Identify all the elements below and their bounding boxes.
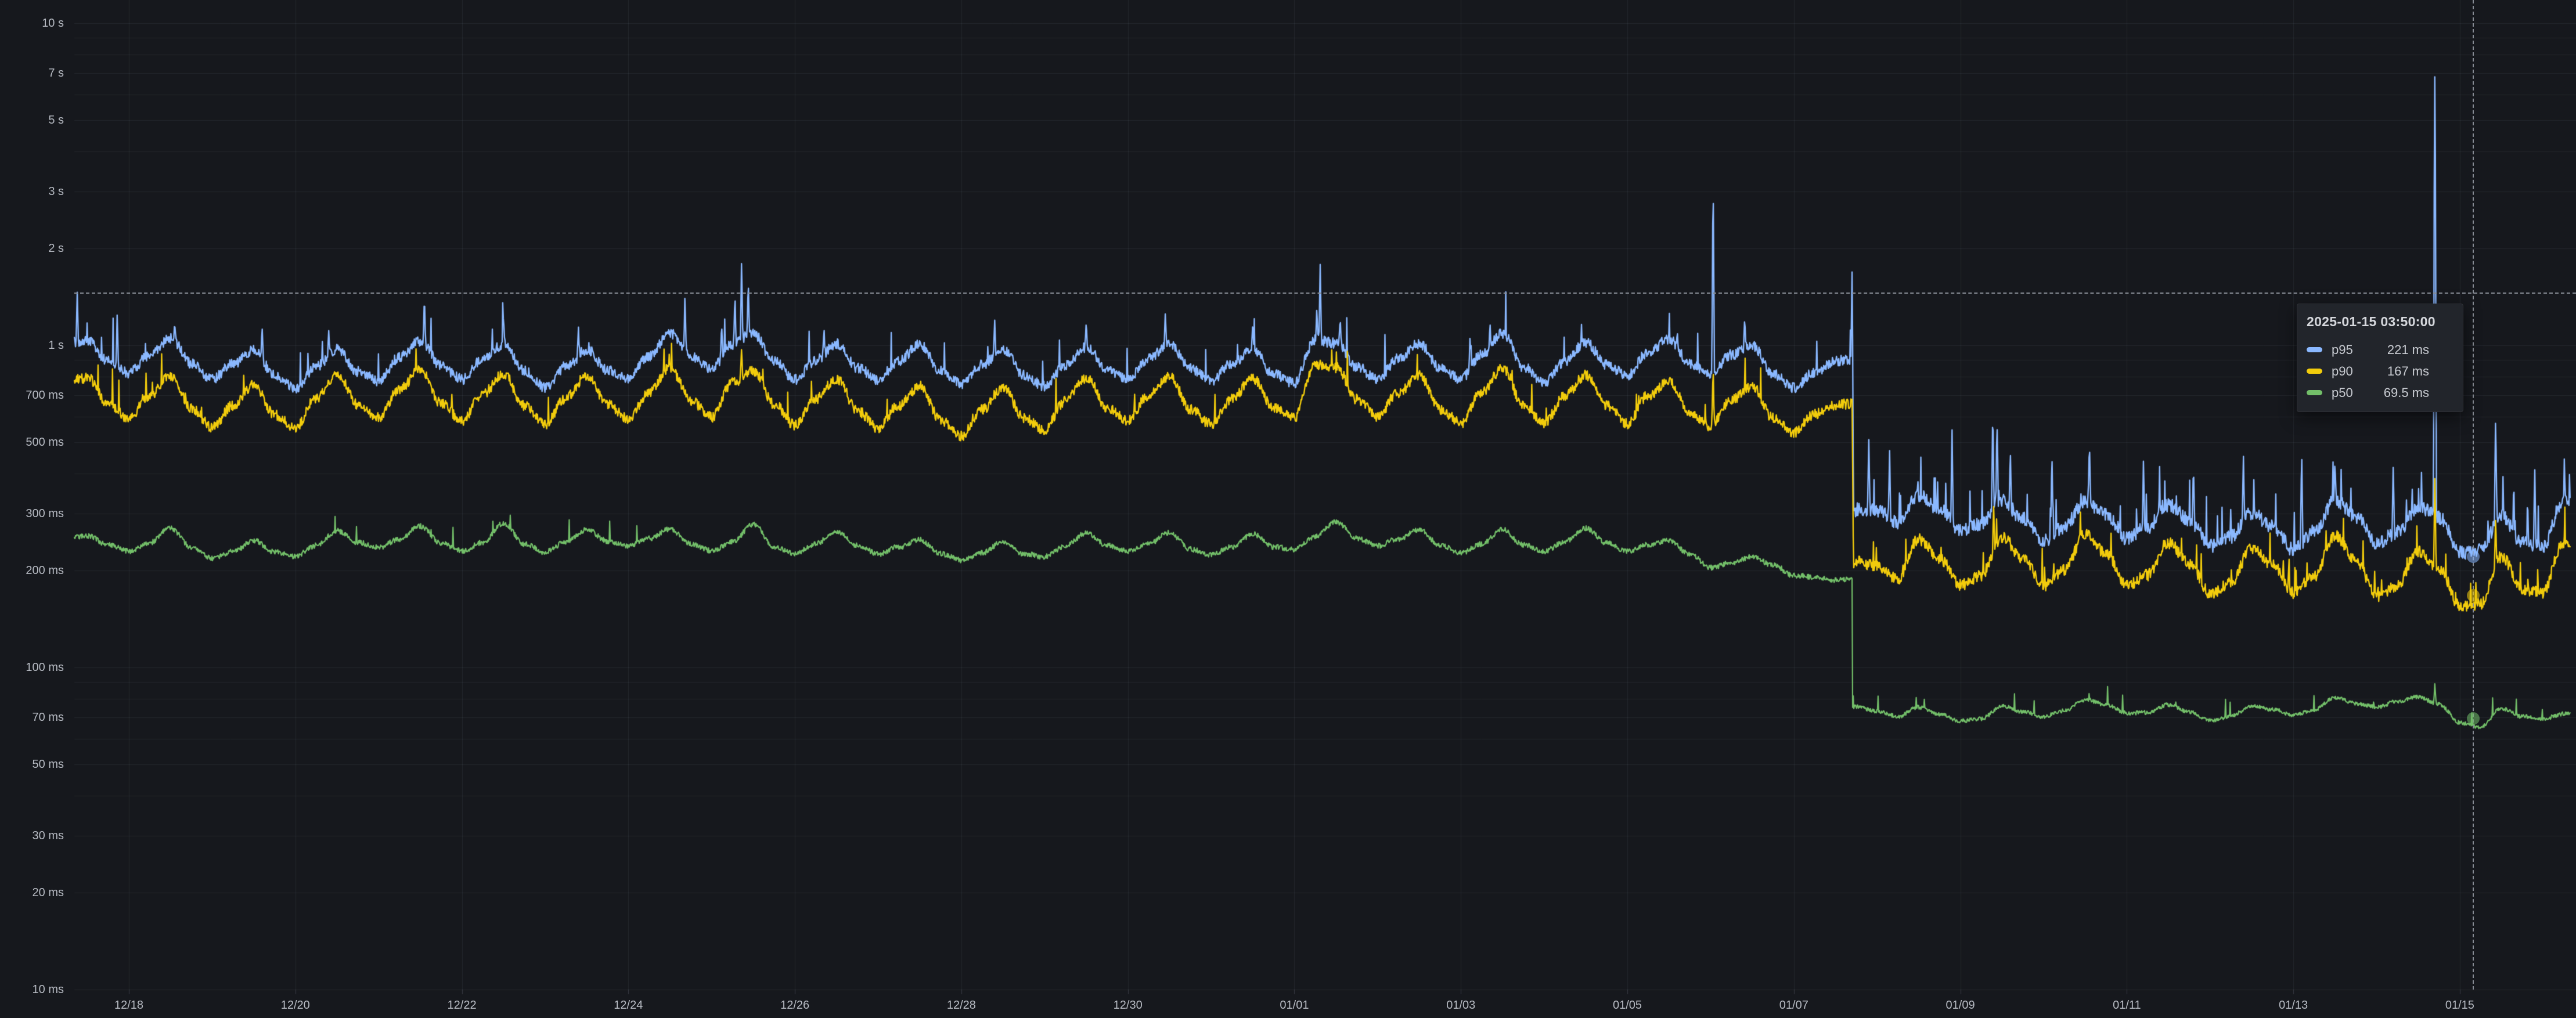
y-axis-label: 1 s [0, 340, 64, 351]
tooltip-series-value: 167 ms [2387, 364, 2453, 379]
x-axis-label: 12/22 [448, 999, 477, 1011]
x-axis-label: 12/28 [947, 999, 976, 1011]
y-axis-label: 30 ms [0, 830, 64, 842]
x-axis-label: 12/20 [281, 999, 310, 1011]
y-axis-label: 5 s [0, 114, 64, 126]
y-axis-label: 300 ms [0, 508, 64, 519]
x-axis-label: 12/26 [780, 999, 809, 1011]
tooltip-row-p90: p90 167 ms [2307, 360, 2453, 382]
x-axis-label: 01/01 [1280, 999, 1309, 1011]
tooltip: 2025-01-15 03:50:00 p95 221 ms p90 167 m… [2297, 304, 2463, 412]
hover-point-p95 [2467, 550, 2480, 563]
hover-point-p50 [2467, 712, 2480, 725]
y-axis-label: 20 ms [0, 887, 64, 898]
x-axis-label: 12/30 [1114, 999, 1143, 1011]
y-axis-label: 50 ms [0, 759, 64, 770]
x-axis-label: 01/11 [2113, 999, 2141, 1011]
crosshair-vertical-line [2473, 0, 2474, 990]
tooltip-row-p95: p95 221 ms [2307, 339, 2453, 360]
y-axis-label: 700 ms [0, 389, 64, 401]
y-axis-label: 10 ms [0, 984, 64, 995]
y-axis-label: 2 s [0, 243, 64, 254]
tooltip-timestamp: 2025-01-15 03:50:00 [2307, 314, 2453, 330]
x-axis-label: 01/13 [2279, 999, 2308, 1011]
p95-series-color-pill [2307, 347, 2322, 352]
x-axis-label: 12/18 [114, 999, 143, 1011]
tooltip-series-label: p50 [2332, 385, 2384, 400]
x-axis-label: 01/03 [1446, 999, 1475, 1011]
tooltip-series-label: p95 [2332, 342, 2387, 358]
tooltip-row-p50: p50 69.5 ms [2307, 382, 2453, 403]
tooltip-series-value: 221 ms [2387, 342, 2453, 358]
y-axis-label: 200 ms [0, 565, 64, 576]
hover-point-p90 [2467, 589, 2480, 602]
p90-series-color-pill [2307, 369, 2322, 374]
y-axis-label: 70 ms [0, 712, 64, 723]
y-axis-label: 500 ms [0, 436, 64, 448]
timeseries-panel: 10 s 7 s 5 s 3 s 2 s 1 s 700 ms 500 ms 300 ms 200… [0, 0, 2576, 1018]
y-axis-label: 7 s [0, 67, 64, 79]
tooltip-series-value: 69.5 ms [2384, 385, 2453, 400]
x-axis-label: 01/05 [1613, 999, 1642, 1011]
y-axis-label: 100 ms [0, 662, 64, 673]
crosshair-horizontal-line [74, 293, 2576, 294]
chart-canvas[interactable] [0, 0, 2576, 1018]
x-axis-label: 01/09 [1946, 999, 1975, 1011]
y-axis-label: 10 s [0, 17, 64, 29]
p50-series-color-pill [2307, 390, 2322, 395]
x-axis-label: 12/24 [614, 999, 643, 1011]
y-axis-label: 3 s [0, 186, 64, 197]
x-axis-label: 01/07 [1779, 999, 1808, 1011]
tooltip-series-label: p90 [2332, 364, 2387, 379]
x-axis-label: 01/15 [2445, 999, 2474, 1011]
